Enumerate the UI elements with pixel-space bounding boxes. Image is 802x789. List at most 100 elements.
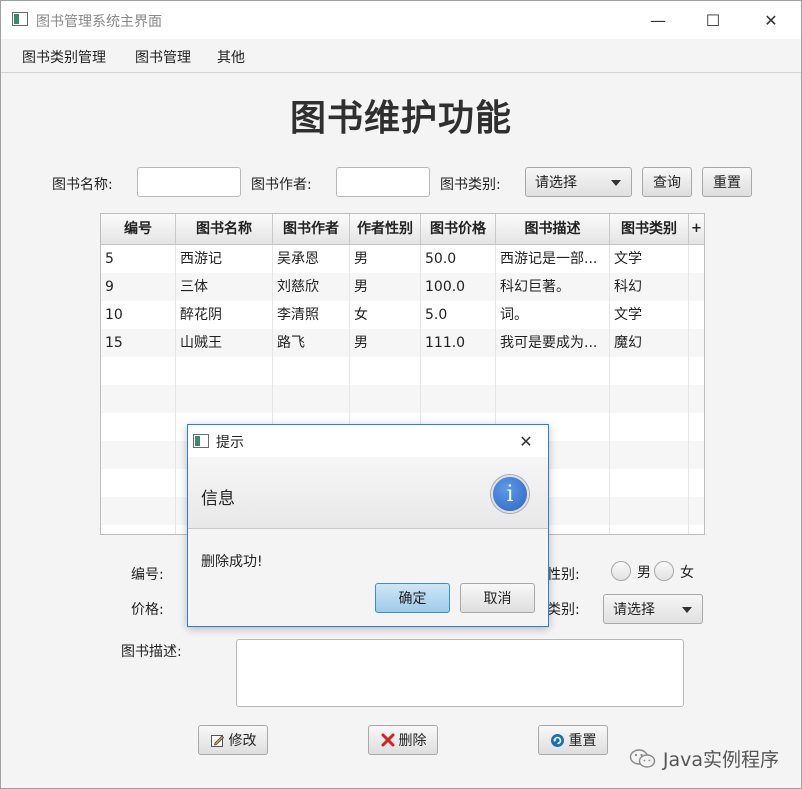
table-row[interactable]: 9 三体 刘慈欣男 100.0 科幻巨著。 科幻 xyxy=(101,273,704,301)
cell-gender: 男 xyxy=(350,245,421,273)
cell-desc: 西游记是一部... xyxy=(496,245,610,273)
table-row[interactable] xyxy=(101,385,704,413)
table-cell-empty xyxy=(273,357,350,385)
desc-label: 图书描述: xyxy=(121,644,182,660)
modify-button-label: 修改 xyxy=(228,733,257,749)
menu-category-management[interactable]: 图书类别管理 xyxy=(22,47,106,67)
gender-male-radio[interactable] xyxy=(611,561,631,581)
table-cell-empty xyxy=(689,329,704,357)
gender-female-radio[interactable] xyxy=(654,561,674,581)
table-cell-empty xyxy=(101,497,176,525)
book-name-search-input[interactable] xyxy=(137,167,241,197)
cell-type: 文学 xyxy=(610,245,689,273)
watermark: Java实例程序 xyxy=(629,745,779,772)
type-label: 类别: xyxy=(547,602,580,618)
column-header-author[interactable]: 图书作者 xyxy=(273,214,350,244)
watermark-text: Java实例程序 xyxy=(662,749,779,771)
book-author-search-input[interactable] xyxy=(336,167,430,197)
form-reset-button[interactable]: 重置 xyxy=(538,725,608,755)
window-title: 图书管理系统主界面 xyxy=(36,14,162,30)
cell-type: 科幻 xyxy=(610,273,689,301)
table-cell-empty xyxy=(689,497,704,525)
cell-author: 刘慈欣 xyxy=(273,273,350,301)
cell-type: 文学 xyxy=(610,301,689,329)
dialog-title-bar: 提示 ✕ xyxy=(188,425,548,457)
gender-female-label: 女 xyxy=(680,565,694,581)
modify-button[interactable]: 修改 xyxy=(198,725,268,755)
dialog-ok-button[interactable]: 确定 xyxy=(375,583,450,613)
table-cell-empty xyxy=(689,413,704,441)
cell-name: 三体 xyxy=(176,273,273,301)
query-button[interactable]: 查询 xyxy=(642,167,692,197)
table-cell-empty xyxy=(689,385,704,413)
dialog-header: 信息 i xyxy=(188,457,548,529)
table-cell-empty xyxy=(689,357,704,385)
chevron-down-icon xyxy=(611,180,621,186)
column-header-type[interactable]: 图书类别 xyxy=(610,214,689,244)
cell-desc: 词。 xyxy=(496,301,610,329)
table-cell-empty xyxy=(689,245,704,273)
cell-id: 15 xyxy=(101,329,176,357)
menu-book-management[interactable]: 图书管理 xyxy=(135,47,191,67)
title-bar: 图书管理系统主界面 — ☐ ✕ xyxy=(1,1,801,39)
table-row[interactable] xyxy=(101,357,704,385)
search-reset-button[interactable]: 重置 xyxy=(702,167,752,197)
column-header-price[interactable]: 图书价格 xyxy=(421,214,496,244)
app-icon xyxy=(12,12,28,26)
book-author-label: 图书作者: xyxy=(251,177,312,193)
book-type-select[interactable]: 请选择 xyxy=(603,594,703,624)
cell-price: 5.0 xyxy=(421,301,496,329)
reset-icon xyxy=(550,732,566,748)
table-cell-empty xyxy=(350,385,421,413)
delete-x-icon xyxy=(380,732,396,748)
table-cell-empty xyxy=(610,357,689,385)
cell-author: 路飞 xyxy=(273,329,350,357)
table-cell-empty xyxy=(101,525,176,534)
dialog-title: 提示 xyxy=(216,435,244,451)
main-window: 图书管理系统主界面 — ☐ ✕ 图书类别管理 图书管理 其他 图书维护功能 图书… xyxy=(0,0,802,789)
menu-other[interactable]: 其他 xyxy=(217,47,245,67)
delete-button[interactable]: 删除 xyxy=(368,725,438,755)
table-cell-empty xyxy=(101,441,176,469)
close-button[interactable]: ✕ xyxy=(748,1,794,39)
cell-name: 山贼王 xyxy=(176,329,273,357)
column-header-id[interactable]: 编号 xyxy=(101,214,176,244)
cell-id: 10 xyxy=(101,301,176,329)
table-cell-empty xyxy=(101,469,176,497)
table-cell-empty xyxy=(273,385,350,413)
dialog-app-icon xyxy=(193,434,209,448)
cell-desc: 我可是要成为... xyxy=(496,329,610,357)
cell-gender: 女 xyxy=(350,301,421,329)
table-row[interactable]: 15 山贼王 路飞男 111.0 我可是要成为... 魔幻 xyxy=(101,329,704,357)
table-cell-empty xyxy=(176,385,273,413)
id-label: 编号: xyxy=(131,567,164,583)
table-cell-empty xyxy=(496,385,610,413)
column-header-gender[interactable]: 作者性别 xyxy=(350,214,421,244)
column-menu-button[interactable]: + xyxy=(689,214,704,244)
maximize-button[interactable]: ☐ xyxy=(690,1,736,39)
cell-author: 李清照 xyxy=(273,301,350,329)
book-type-search-select[interactable]: 请选择 xyxy=(525,167,632,197)
table-cell-empty xyxy=(610,525,689,534)
book-desc-textarea[interactable] xyxy=(236,639,684,707)
table-row[interactable]: 5 西游记 吴承恩男 50.0 西游记是一部... 文学 xyxy=(101,245,704,273)
cell-id: 5 xyxy=(101,245,176,273)
table-row[interactable]: 10 醉花阴 李清照女 5.0 词。 文学 xyxy=(101,301,704,329)
gender-male-label: 男 xyxy=(637,565,651,581)
cell-desc: 科幻巨著。 xyxy=(496,273,610,301)
table-cell-empty xyxy=(101,357,176,385)
table-header: 编号 图书名称 图书作者 作者性别 图书价格 图书描述 图书类别 + xyxy=(101,214,704,245)
book-type-label: 图书类别: xyxy=(440,177,501,193)
cell-id: 9 xyxy=(101,273,176,301)
dialog-close-button[interactable]: ✕ xyxy=(504,425,548,457)
table-cell-empty xyxy=(421,357,496,385)
book-type-value: 请选择 xyxy=(613,602,655,618)
wechat-icon xyxy=(629,748,657,770)
minimize-button[interactable]: — xyxy=(635,1,681,39)
column-header-name[interactable]: 图书名称 xyxy=(176,214,273,244)
cell-price: 50.0 xyxy=(421,245,496,273)
chevron-down-icon xyxy=(682,607,692,613)
book-type-search-value: 请选择 xyxy=(535,175,577,191)
column-header-desc[interactable]: 图书描述 xyxy=(496,214,610,244)
dialog-cancel-button[interactable]: 取消 xyxy=(460,583,535,613)
